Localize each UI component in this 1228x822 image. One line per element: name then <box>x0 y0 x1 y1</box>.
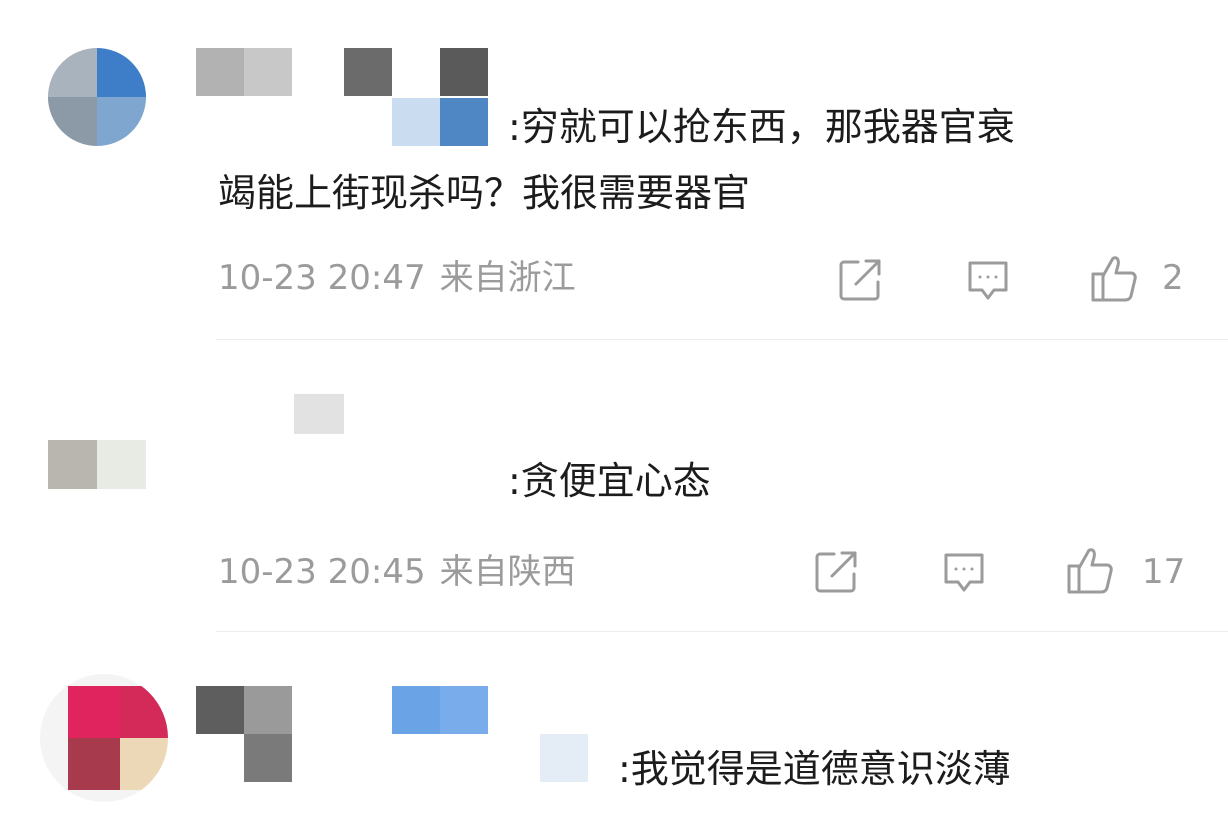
location: 来自浙江 <box>439 258 576 298</box>
username-obscured[interactable] <box>226 394 346 434</box>
avatar[interactable] <box>40 674 168 802</box>
like-button[interactable] <box>1066 544 1118 596</box>
comment-text: :我觉得是道德意识淡薄 <box>618 747 1011 791</box>
reply-icon <box>944 553 984 592</box>
avatar[interactable] <box>48 48 146 146</box>
comment-meta: 10-23 20:47 来自浙江 <box>218 258 576 298</box>
share-button[interactable] <box>836 256 884 304</box>
reply-icon <box>968 261 1008 300</box>
comment-text: :贪便宜心态 <box>508 459 711 503</box>
timestamp: 10-23 20:45 <box>218 552 426 592</box>
mention-obscured[interactable] <box>540 734 592 782</box>
like-count: 17 <box>1142 552 1186 592</box>
username-obscured[interactable] <box>196 48 516 100</box>
username-obscured[interactable] <box>196 686 496 786</box>
reply-button[interactable] <box>964 258 1012 304</box>
comment-item: :穷就可以抢东西，那我器官衰 竭能上街现杀吗？我很需要器官 10-23 20:4… <box>0 0 1228 340</box>
comment-meta: 10-23 20:45 来自陕西 <box>218 552 576 592</box>
timestamp: 10-23 20:47 <box>218 258 426 298</box>
thumbs-up-icon <box>1091 256 1137 302</box>
comment-item: :我觉得是道德意识淡薄 <box>0 632 1228 822</box>
share-button[interactable] <box>812 548 860 596</box>
location: 来自陕西 <box>439 552 576 592</box>
comment-text: :穷就可以抢东西，那我器官衰 <box>508 105 1015 149</box>
like-count: 2 <box>1162 258 1184 298</box>
comment-item: :贪便宜心态 10-23 20:45 来自陕西 17 <box>0 340 1228 632</box>
reply-button[interactable] <box>940 550 988 596</box>
share-icon <box>815 551 857 593</box>
mention-obscured[interactable] <box>392 98 492 146</box>
like-button[interactable] <box>1090 252 1142 304</box>
share-icon <box>839 259 881 301</box>
thumbs-up-icon <box>1067 548 1113 594</box>
comment-text: 竭能上街现杀吗？我很需要器官 <box>218 171 751 215</box>
avatar[interactable] <box>48 392 146 490</box>
